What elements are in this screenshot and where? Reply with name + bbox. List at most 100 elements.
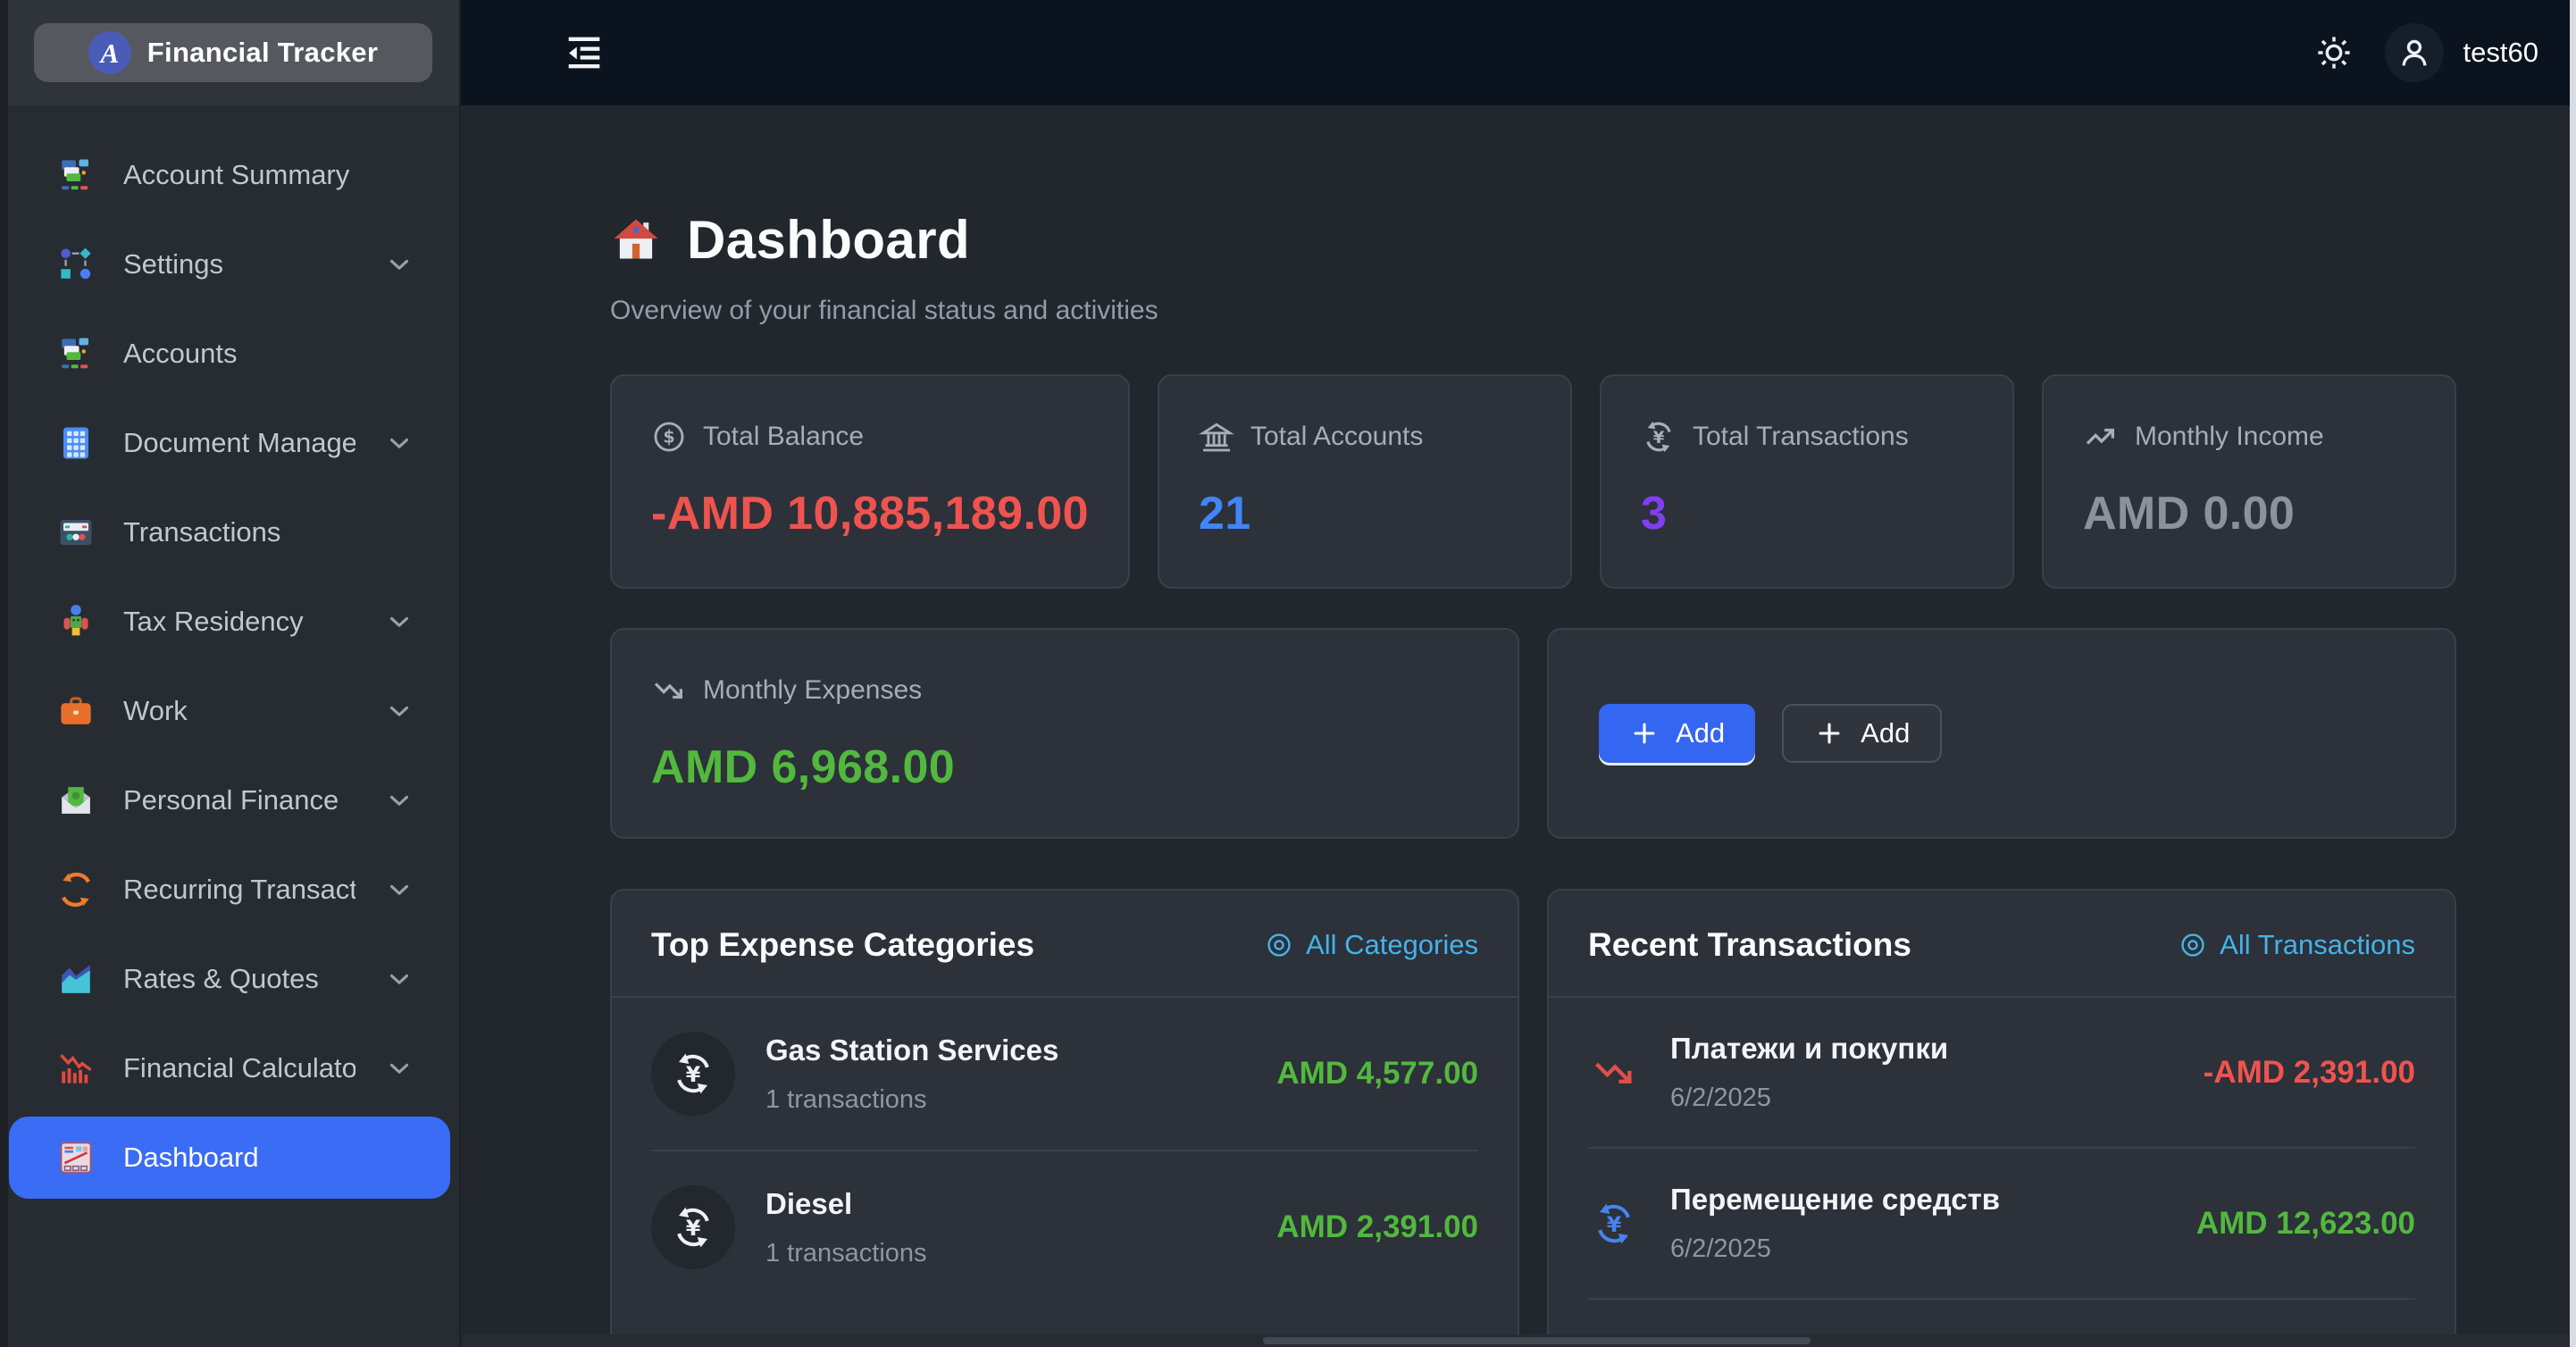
all-categories-link[interactable]: All Categories: [1265, 929, 1478, 961]
category-name: Gas Station Services: [765, 1033, 1246, 1067]
stat-value: 21: [1199, 487, 1531, 540]
transaction-date: 6/2/2025: [1670, 1083, 2173, 1113]
recent-transactions-card: Recent Transactions All Transactions Пла…: [1547, 889, 2456, 1347]
stat-label: Total Balance: [703, 422, 864, 452]
transaction-name: Платежи и покупки: [1670, 1032, 2173, 1066]
sidebar-item-financial-calculators[interactable]: Financial Calculators: [0, 1024, 459, 1113]
app-root: A Financial Tracker Account Summary Sett…: [0, 0, 2576, 1347]
sidebar-item-accounts[interactable]: Accounts: [0, 309, 459, 398]
accounts-icon: [57, 335, 95, 372]
theme-toggle-button[interactable]: [2313, 32, 2354, 73]
card-title: Top Expense Categories: [651, 926, 1034, 964]
category-amount: AMD 4,577.00: [1276, 1056, 1478, 1092]
app-title: Financial Tracker: [147, 37, 378, 69]
page-title: Dashboard: [687, 209, 970, 271]
chevron-down-icon: [384, 249, 414, 280]
stat-value: AMD 0.00: [2083, 487, 2415, 540]
app-logo-icon: A: [88, 31, 131, 74]
add-primary-button[interactable]: Add: [1599, 704, 1755, 763]
plus-icon: [1814, 718, 1844, 749]
stats-grid: Total Balance -AMD 10,885,189.00 Total A…: [610, 374, 2456, 589]
category-row[interactable]: Diesel 1 transactions AMD 2,391.00: [612, 1151, 1518, 1303]
home-icon: [610, 214, 662, 266]
trend-down-icon: [651, 673, 687, 708]
currency-exchange-icon: [651, 1032, 735, 1116]
sidebar-item-settings[interactable]: Settings: [0, 220, 459, 309]
chevron-down-icon: [384, 428, 414, 458]
sidebar-header: A Financial Tracker: [0, 0, 459, 105]
chevron-down-icon: [384, 964, 414, 994]
stat-label: Total Accounts: [1250, 422, 1423, 452]
topbar-right: test60: [2313, 23, 2538, 82]
money-envelope-icon: [57, 782, 95, 819]
dollar-circle-icon: [651, 419, 687, 455]
main-content: Dashboard Overview of your financial sta…: [461, 105, 2576, 1347]
chevron-down-icon: [384, 1053, 414, 1083]
stat-label: Monthly Expenses: [703, 675, 922, 706]
all-transactions-link[interactable]: All Transactions: [2179, 929, 2415, 961]
briefcase-icon: [57, 692, 95, 730]
horizontal-scrollbar-thumb[interactable]: [1263, 1337, 1811, 1344]
topbar: test60: [461, 0, 2576, 105]
sidebar-item-rates-quotes[interactable]: Rates & Quotes: [0, 934, 459, 1024]
category-row[interactable]: Gas Station Services 1 transactions AMD …: [612, 998, 1518, 1150]
app-logo[interactable]: A Financial Tracker: [34, 23, 432, 82]
user-menu[interactable]: test60: [2385, 23, 2538, 82]
page-header: Dashboard: [610, 209, 2456, 271]
sidebar-collapse-button[interactable]: [561, 29, 607, 76]
stat-label: Monthly Income: [2135, 422, 2324, 452]
sidebar-item-transactions[interactable]: Transactions: [0, 488, 459, 577]
plus-icon: [1629, 718, 1660, 749]
sidebar-scrollbar[interactable]: [0, 0, 8, 1347]
transaction-amount: AMD 12,623.00: [2196, 1206, 2415, 1242]
category-meta: 1 transactions: [765, 1085, 1246, 1115]
currency-exchange-icon: [1588, 1198, 1640, 1250]
sidebar-item-dashboard[interactable]: Dashboard: [9, 1117, 450, 1199]
refresh-icon: [57, 871, 95, 908]
divider: [1588, 1298, 2415, 1300]
grid-building-icon: [57, 424, 95, 462]
card-title: Recent Transactions: [1588, 926, 1911, 964]
sidebar: A Financial Tracker Account Summary Sett…: [0, 0, 461, 1347]
category-name: Diesel: [765, 1187, 1246, 1221]
dashboard-icon: [57, 1139, 95, 1176]
stat-card-monthly-expenses: Monthly Expenses AMD 6,968.00: [610, 628, 1519, 839]
add-secondary-button[interactable]: Add: [1782, 704, 1942, 763]
target-icon: [1265, 931, 1293, 959]
target-icon: [2179, 931, 2207, 959]
sidebar-item-tax-residency[interactable]: Tax Residency: [0, 577, 459, 666]
stat-label: Total Transactions: [1693, 422, 1909, 452]
transaction-row[interactable]: Перемещение средств 6/2/2025 AMD 12,623.…: [1549, 1149, 2455, 1298]
browser-icon: [57, 514, 95, 551]
person-icon: [57, 603, 95, 640]
accounts-icon: [57, 156, 95, 194]
stat-value: 3: [1641, 487, 1973, 540]
sidebar-item-account-summary[interactable]: Account Summary: [0, 130, 459, 220]
top-expense-categories-card: Top Expense Categories All Categories Ga…: [610, 889, 1519, 1347]
workflow-icon: [57, 246, 95, 283]
row2-grid: Monthly Expenses AMD 6,968.00 Add Add: [610, 628, 2456, 839]
transaction-date: 6/2/2025: [1670, 1234, 2166, 1264]
transaction-amount: -AMD 2,391.00: [2204, 1055, 2415, 1091]
sidebar-item-personal-finance[interactable]: Personal Finance: [0, 756, 459, 845]
declining-chart-icon: [57, 1050, 95, 1087]
vertical-scrollbar[interactable]: [2570, 0, 2576, 1347]
currency-exchange-icon: [1641, 419, 1677, 455]
area-chart-icon: [57, 960, 95, 998]
category-amount: AMD 2,391.00: [1276, 1209, 1478, 1245]
sidebar-nav: Account Summary Settings Accounts Docume…: [0, 105, 459, 1199]
sidebar-item-work[interactable]: Work: [0, 666, 459, 756]
horizontal-scrollbar[interactable]: [463, 1334, 2569, 1347]
sidebar-item-recurring-transactions[interactable]: Recurring Transactions: [0, 845, 459, 934]
sidebar-item-document-management[interactable]: Document Management: [0, 398, 459, 488]
page-subtitle: Overview of your financial status and ac…: [610, 296, 2456, 326]
currency-exchange-icon: [651, 1185, 735, 1269]
transaction-row[interactable]: Платежи и покупки 6/2/2025 -AMD 2,391.00: [1549, 998, 2455, 1147]
chevron-down-icon: [384, 607, 414, 637]
trend-up-icon: [2083, 419, 2119, 455]
content-column: test60 Dashboard Overview of your financ…: [461, 0, 2576, 1347]
chevron-down-icon: [384, 874, 414, 905]
row3-grid: Top Expense Categories All Categories Ga…: [610, 889, 2456, 1347]
stat-value: -AMD 10,885,189.00: [651, 487, 1089, 540]
stat-card-total-accounts: Total Accounts 21: [1158, 374, 1572, 589]
